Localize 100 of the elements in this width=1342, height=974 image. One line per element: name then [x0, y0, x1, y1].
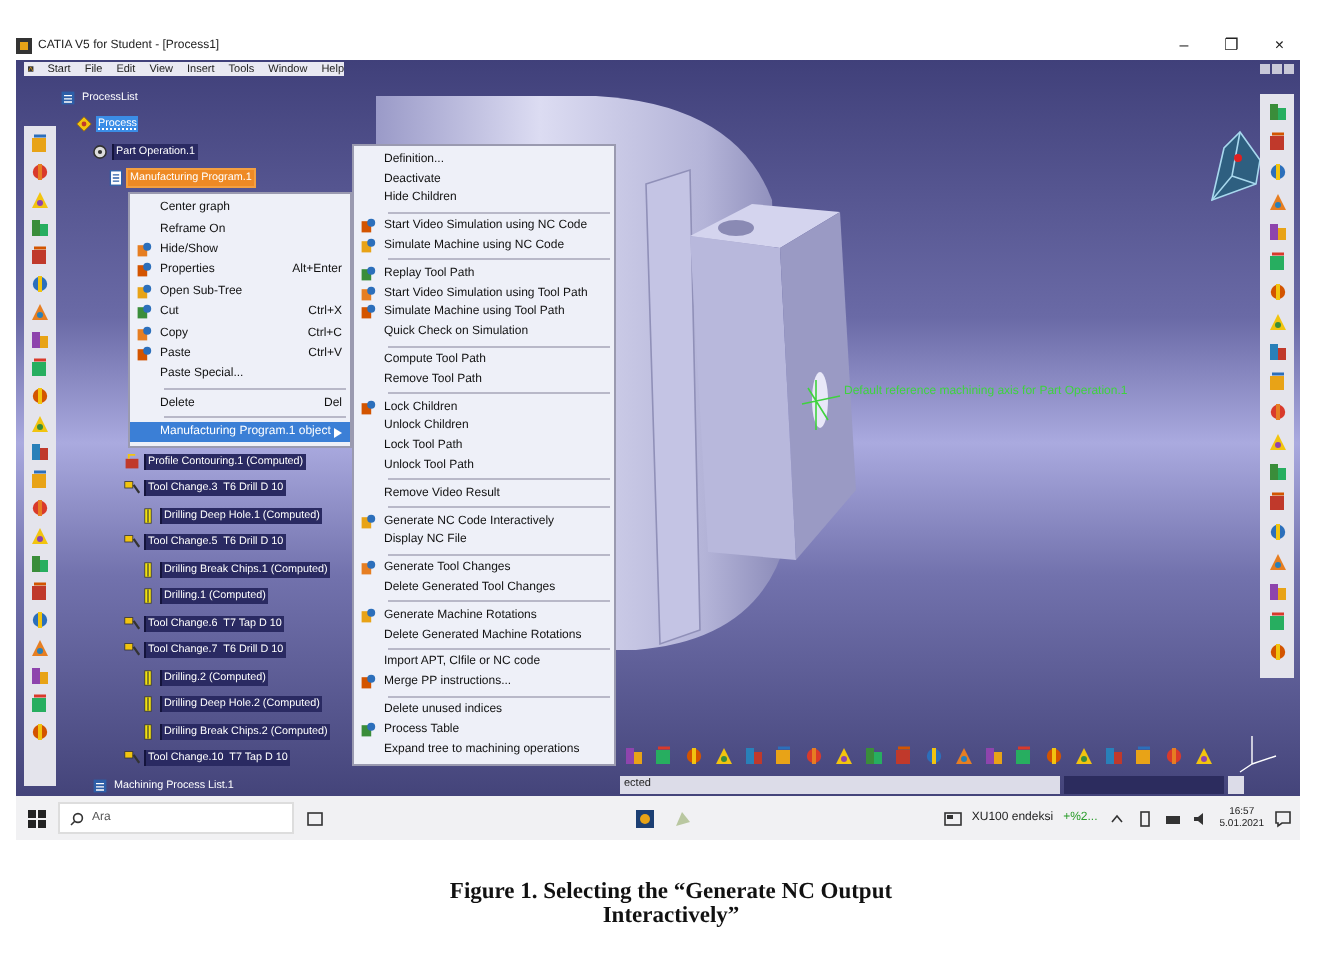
tool-icon[interactable]: [30, 162, 50, 182]
tool-icon[interactable]: [30, 638, 50, 658]
tool-icon[interactable]: [30, 526, 50, 546]
command-icon: [360, 399, 376, 416]
tool-icon[interactable]: [1267, 522, 1287, 542]
tool-icon[interactable]: [1267, 552, 1287, 572]
tool-icon[interactable]: [30, 134, 50, 154]
command-icon: [136, 241, 152, 258]
tool-icon[interactable]: [30, 582, 50, 602]
tool-icon[interactable]: [30, 722, 50, 742]
maximize-button[interactable]: ❐: [1220, 36, 1243, 54]
drill-bit-icon: [140, 561, 156, 578]
tool-icon[interactable]: [774, 746, 794, 766]
chevron-icon[interactable]: [1107, 809, 1126, 827]
drill-bit-icon: [140, 588, 156, 605]
tool-icon[interactable]: [1044, 746, 1064, 766]
tool-icon[interactable]: [1267, 102, 1287, 122]
tool-icon[interactable]: [1267, 282, 1287, 302]
list-icon: [92, 777, 108, 794]
tool-icon[interactable]: [30, 498, 50, 518]
tool-icon[interactable]: [30, 330, 50, 350]
app-icon: [16, 37, 32, 53]
field-button[interactable]: [1228, 775, 1244, 793]
command-icon: [360, 513, 376, 530]
gear-icon: [92, 143, 108, 160]
command-icon: [136, 283, 152, 300]
drill-icon: [124, 534, 140, 551]
tool-icon[interactable]: [1267, 132, 1287, 152]
task-view-icon[interactable]: [306, 809, 324, 827]
submenu-arrow-icon: [334, 427, 342, 438]
diamond-icon: [76, 116, 92, 133]
minimize-button[interactable]: –: [1175, 36, 1193, 54]
tool-icon[interactable]: [30, 414, 50, 434]
tool-icon[interactable]: [1267, 312, 1287, 332]
tool-icon[interactable]: [804, 746, 824, 766]
compass-drawing: [1210, 130, 1261, 202]
tool-icon[interactable]: [1267, 342, 1287, 362]
tool-icon[interactable]: [1074, 746, 1094, 766]
tool-icon[interactable]: [1134, 746, 1154, 766]
command-icon: [136, 262, 152, 279]
tool-icon[interactable]: [30, 554, 50, 574]
tool-icon[interactable]: [1267, 192, 1287, 212]
tool-icon[interactable]: [1267, 162, 1287, 182]
tool-icon[interactable]: [30, 442, 50, 462]
tool-icon[interactable]: [834, 746, 854, 766]
tool-icon[interactable]: [30, 358, 50, 378]
command-icon: [360, 218, 376, 235]
tool-icon[interactable]: [1164, 746, 1184, 766]
drill-icon: [124, 615, 140, 632]
command-icon: [360, 265, 376, 282]
app-icon[interactable]: [636, 809, 654, 827]
app-icon[interactable]: [28, 62, 34, 76]
drill-bit-icon: [140, 507, 156, 524]
command-field[interactable]: [1064, 775, 1224, 793]
command-icon: [360, 721, 376, 738]
drill-bit-icon: [140, 669, 156, 686]
tool-icon[interactable]: [1267, 402, 1287, 422]
tool-icon[interactable]: [1267, 252, 1287, 272]
tool-icon[interactable]: [30, 274, 50, 294]
list-icon: [60, 89, 76, 106]
tool-icon[interactable]: [30, 386, 50, 406]
tool-icon[interactable]: [1014, 746, 1034, 766]
tool-icon[interactable]: [954, 746, 974, 766]
document-icon: [108, 170, 124, 187]
tool-icon[interactable]: [984, 746, 1004, 766]
tool-icon[interactable]: [1267, 462, 1287, 482]
tool-icon[interactable]: [30, 694, 50, 714]
tool-icon[interactable]: [30, 666, 50, 686]
tool-icon[interactable]: [1267, 222, 1287, 242]
tool-icon[interactable]: [924, 746, 944, 766]
tool-icon[interactable]: [1267, 432, 1287, 452]
tool-icon[interactable]: [624, 746, 644, 766]
tool-icon[interactable]: [714, 746, 734, 766]
notification-icon[interactable]: [1274, 809, 1292, 827]
tool-icon[interactable]: [30, 470, 50, 490]
drill-icon: [124, 750, 140, 767]
tool-icon[interactable]: [30, 190, 50, 210]
tool-icon[interactable]: [1267, 612, 1287, 632]
tool-icon[interactable]: [1267, 372, 1287, 392]
news-icon[interactable]: [943, 809, 962, 827]
tool-icon[interactable]: [1194, 746, 1214, 766]
tool-icon[interactable]: [30, 246, 50, 266]
battery-icon[interactable]: [1135, 809, 1154, 827]
tool-icon[interactable]: [654, 746, 674, 766]
tool-icon[interactable]: [1267, 492, 1287, 512]
contour-icon: [124, 453, 140, 470]
start-icon[interactable]: [28, 809, 46, 827]
axis-drawing: [1239, 735, 1277, 773]
tool-icon[interactable]: [1267, 642, 1287, 662]
command-icon: [360, 674, 376, 691]
search-icon: [70, 811, 84, 825]
drill-icon: [124, 642, 140, 659]
tool-icon[interactable]: [30, 610, 50, 630]
tool-icon[interactable]: [30, 302, 50, 322]
tool-icon[interactable]: [864, 746, 884, 766]
tool-icon[interactable]: [684, 746, 704, 766]
tool-icon[interactable]: [1267, 582, 1287, 602]
drill-bit-icon: [140, 696, 156, 713]
close-button[interactable]: ×: [1270, 36, 1288, 54]
tool-icon[interactable]: [30, 218, 50, 238]
